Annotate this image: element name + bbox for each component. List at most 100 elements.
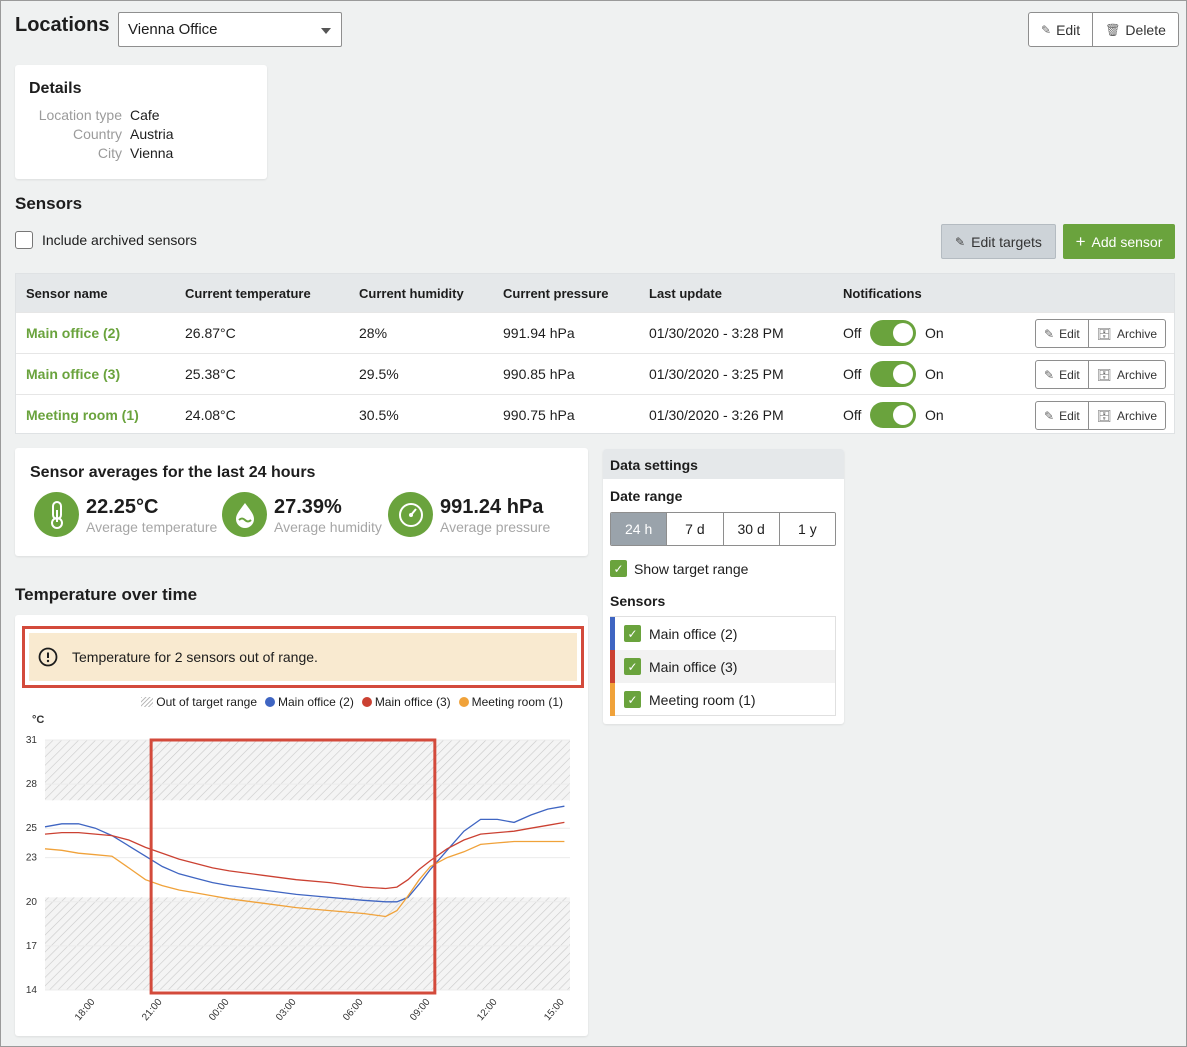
legend-item[interactable]: Main office (2) <box>265 695 354 709</box>
include-archived-checkbox[interactable]: Include archived sensors <box>15 231 197 249</box>
detail-value: Austria <box>130 126 174 142</box>
column-header[interactable]: Notifications <box>843 286 922 301</box>
check-icon[interactable]: ✓ <box>624 658 641 675</box>
location-select[interactable]: Vienna Office <box>118 12 342 47</box>
legend-dot <box>458 697 469 707</box>
current-pressure: 990.85 hPa <box>503 366 575 382</box>
sensor-filter-label: Main office (2) <box>649 625 738 642</box>
delete-location-button[interactable]: 🗑 Delete <box>1092 13 1178 46</box>
series-line[interactable] <box>44 805 565 903</box>
x-tick-label: 03:00 <box>274 997 299 1024</box>
current-pressure: 990.75 hPa <box>503 407 575 423</box>
table-header: Sensor name Current temperature Current … <box>16 274 1174 312</box>
y-tick-label: 28 <box>26 779 38 790</box>
column-header[interactable]: Current humidity <box>359 286 464 301</box>
last-update: 01/30/2020 - 3:25 PM <box>649 366 784 382</box>
y-tick-label: 31 <box>26 735 38 746</box>
current-temperature: 24.08°C <box>185 407 236 423</box>
current-pressure: 991.94 hPa <box>503 325 575 341</box>
legend-dot <box>361 697 372 707</box>
legend-item[interactable]: Meeting room (1) <box>458 695 563 709</box>
checkbox-box[interactable] <box>15 231 33 249</box>
archive-icon: 🗄 <box>1096 326 1112 341</box>
data-settings-card: Data settings Date range 24 h 7 d 30 d 1… <box>603 449 844 724</box>
sensor-filter-item[interactable]: ✓ Main office (3) <box>610 650 835 683</box>
sensor-filter-item[interactable]: ✓ Main office (2) <box>610 617 835 650</box>
sensor-name-link[interactable]: Main office (2) <box>26 325 120 341</box>
add-sensor-label: Add sensor <box>1091 233 1163 250</box>
detail-value: Vienna <box>130 145 174 161</box>
edit-label: Edit <box>1056 21 1081 38</box>
x-tick-label: 12:00 <box>475 997 500 1024</box>
pencil-icon: ✎ <box>955 234 966 249</box>
sensors-title: Sensors <box>15 194 83 213</box>
x-tick-label: 21:00 <box>140 997 165 1024</box>
notifications-toggle[interactable] <box>870 320 916 346</box>
hatch-swatch <box>141 697 154 707</box>
archive-sensor-button[interactable]: 🗄 Archive <box>1087 402 1165 429</box>
archive-sensor-button[interactable]: 🗄 Archive <box>1087 320 1165 347</box>
legend-label: Meeting room (1) <box>471 695 563 709</box>
range-7d[interactable]: 7 d <box>666 513 723 545</box>
edit-targets-button[interactable]: ✎ Edit targets <box>941 224 1056 259</box>
y-tick-label: 25 <box>26 823 38 834</box>
out-of-range-upper-zone <box>45 740 570 801</box>
legend-label: Main office (3) <box>374 695 451 709</box>
range-30d[interactable]: 30 d <box>722 513 779 545</box>
pencil-icon: ✎ <box>1044 408 1055 423</box>
averages-title: Sensor averages for the last 24 hours <box>30 464 316 481</box>
check-icon[interactable]: ✓ <box>610 560 627 577</box>
humidity-drop-icon <box>222 492 267 537</box>
show-target-range-checkbox[interactable]: ✓ Show target range <box>610 560 748 577</box>
show-target-label: Show target range <box>634 560 749 577</box>
legend-dot <box>265 697 275 707</box>
legend-item[interactable]: Main office (3) <box>361 695 451 709</box>
current-humidity: 29.5% <box>359 366 399 382</box>
range-1y[interactable]: 1 y <box>778 513 835 545</box>
series-line[interactable] <box>44 821 565 890</box>
row-actions: ✎ Edit 🗄 Archive <box>1035 319 1166 348</box>
sensor-filter-item[interactable]: ✓ Meeting room (1) <box>610 683 835 716</box>
column-header[interactable]: Last update <box>649 286 722 301</box>
details-title: Details <box>29 80 82 97</box>
toggle-off-label: Off <box>843 325 862 341</box>
edit-sensor-button[interactable]: ✎ Edit <box>1036 320 1088 347</box>
toggle-on-label: On <box>925 366 944 382</box>
column-header[interactable]: Current temperature <box>185 286 311 301</box>
avg-pressure-value: 991.24 hPa <box>440 495 544 518</box>
check-icon[interactable]: ✓ <box>624 625 641 642</box>
current-temperature: 25.38°C <box>185 366 236 382</box>
temperature-line-chart: 31 28 25 23 20 17 14 °C 18:00 21:00 00:00 03:00 06:0… <box>26 714 570 1024</box>
notifications-toggle[interactable] <box>870 361 916 387</box>
alert-icon <box>38 647 58 667</box>
range-24h[interactable]: 24 h <box>611 513 667 545</box>
sensor-name-link[interactable]: Meeting room (1) <box>26 407 139 423</box>
legend-item[interactable]: Out of target range <box>141 695 257 709</box>
sensor-name-link[interactable]: Main office (3) <box>26 366 120 382</box>
legend-label: Main office (2) <box>278 695 354 709</box>
avg-temperature-value: 22.25°C <box>86 495 159 518</box>
detail-key: Country <box>72 126 122 142</box>
check-icon[interactable]: ✓ <box>624 691 641 708</box>
pencil-icon: ✎ <box>1044 326 1055 341</box>
sensor-filter-label: Meeting room (1) <box>649 691 756 708</box>
x-tick-label: 06:00 <box>341 997 366 1024</box>
notifications-toggle[interactable] <box>870 402 916 428</box>
x-tick-label: 15:00 <box>542 997 567 1024</box>
trash-icon: 🗑 <box>1105 22 1121 37</box>
detail-row: Country Austria <box>29 125 253 144</box>
column-header[interactable]: Sensor name <box>26 286 108 301</box>
edit-label: Edit <box>1059 326 1080 341</box>
y-tick-label: 20 <box>26 897 38 908</box>
edit-sensor-button[interactable]: ✎ Edit <box>1036 361 1088 388</box>
column-header[interactable]: Current pressure <box>503 286 608 301</box>
edit-location-button[interactable]: ✎ Edit <box>1029 13 1092 46</box>
edit-sensor-button[interactable]: ✎ Edit <box>1036 402 1088 429</box>
include-archived-label: Include archived sensors <box>42 232 197 248</box>
table-row: Main office (2) 26.87°C 28% 991.94 hPa 01/30… <box>16 312 1174 353</box>
row-actions: ✎ Edit 🗄 Archive <box>1035 401 1166 430</box>
y-tick-label: 17 <box>26 941 38 952</box>
add-sensor-button[interactable]: + Add sensor <box>1063 224 1175 259</box>
avg-pressure-label: Average pressure <box>440 518 551 535</box>
archive-sensor-button[interactable]: 🗄 Archive <box>1087 361 1165 388</box>
